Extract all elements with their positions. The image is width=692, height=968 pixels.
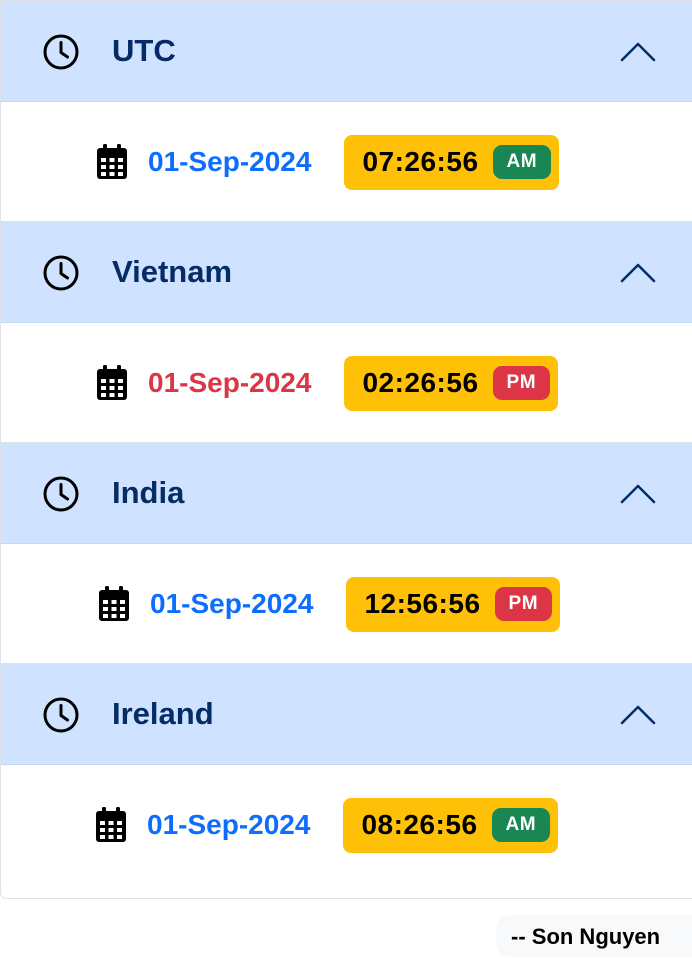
time-badge: 07:26:56 AM — [344, 134, 560, 190]
chevron-up-icon[interactable] — [619, 258, 657, 286]
zone-name: Ireland — [112, 696, 214, 731]
date-text: 01-Sep-2024 — [148, 367, 312, 398]
accordion-body-vietnam: 01-Sep-2024 02:26:56 PM — [1, 323, 692, 443]
time-text: 02:26:56 — [362, 367, 479, 398]
calendar-icon — [97, 365, 127, 400]
time-text: 07:26:56 — [362, 146, 479, 177]
clock-icon — [43, 697, 79, 733]
time-badge: 02:26:56 PM — [344, 355, 559, 411]
clock-icon — [43, 476, 79, 512]
date-time-row: 01-Sep-2024 08:26:56 AM — [95, 765, 559, 885]
accordion-header-india[interactable]: India — [1, 443, 692, 544]
accordion-header-utc[interactable]: UTC — [1, 1, 692, 102]
time-badge: 12:56:56 PM — [346, 576, 561, 632]
period-badge: PM — [492, 366, 551, 400]
zone-name: Vietnam — [112, 254, 233, 289]
calendar-icon — [97, 144, 127, 179]
time-badge: 08:26:56 AM — [343, 797, 559, 853]
date-text: 01-Sep-2024 — [150, 588, 314, 619]
time-text: 12:56:56 — [364, 588, 481, 619]
accordion-item-utc: UTC 01-Sep-2024 07:26:56 AM — [1, 1, 692, 222]
period-badge: AM — [491, 808, 551, 842]
accordion-body-ireland: 01-Sep-2024 08:26:56 AM — [1, 765, 692, 885]
accordion-item-india: India 01-Sep-2024 12:56:56 PM — [1, 443, 692, 664]
accordion-header-ireland[interactable]: Ireland — [1, 664, 692, 765]
date-time-row: 01-Sep-2024 07:26:56 AM — [96, 102, 560, 222]
author-signature: -- Son Nguyen — [496, 915, 692, 957]
timezone-accordion: UTC 01-Sep-2024 07:26:56 AM Vietnam 01-S… — [0, 0, 692, 899]
accordion-item-vietnam: Vietnam 01-Sep-2024 02:26:56 PM — [1, 222, 692, 443]
zone-name: India — [112, 475, 185, 510]
date-time-row: 01-Sep-2024 12:56:56 PM — [98, 544, 561, 664]
chevron-up-icon[interactable] — [619, 37, 657, 65]
period-badge: PM — [494, 587, 553, 621]
date-text: 01-Sep-2024 — [147, 809, 311, 840]
calendar-icon — [99, 586, 129, 621]
calendar-icon — [96, 807, 126, 842]
time-text: 08:26:56 — [361, 809, 478, 840]
chevron-up-icon[interactable] — [619, 700, 657, 728]
chevron-up-icon[interactable] — [619, 479, 657, 507]
period-badge: AM — [492, 145, 552, 179]
accordion-header-vietnam[interactable]: Vietnam — [1, 222, 692, 323]
accordion-body-india: 01-Sep-2024 12:56:56 PM — [1, 544, 692, 664]
accordion-item-ireland: Ireland 01-Sep-2024 08:26:56 AM — [1, 664, 692, 885]
date-time-row: 01-Sep-2024 02:26:56 PM — [96, 323, 559, 443]
clock-icon — [43, 34, 79, 70]
accordion-body-utc: 01-Sep-2024 07:26:56 AM — [1, 102, 692, 222]
clock-icon — [43, 255, 79, 291]
zone-name: UTC — [112, 33, 176, 68]
date-text: 01-Sep-2024 — [148, 146, 312, 177]
